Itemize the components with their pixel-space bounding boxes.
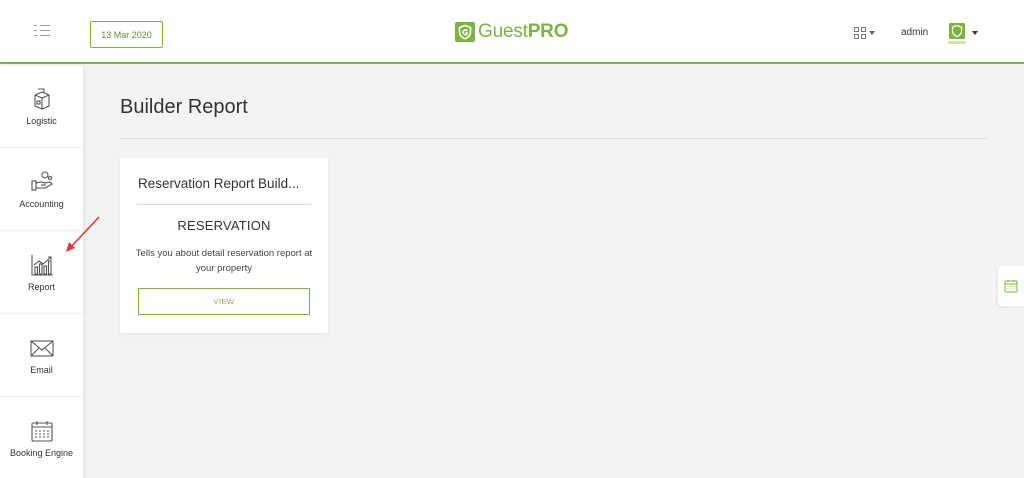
calendar-icon [1004,280,1018,293]
sidebar-item-label: Email [30,365,53,375]
page-title: Builder Report [120,96,248,118]
current-date[interactable]: 13 Mar 2020 [90,21,163,48]
sidebar-item-label: Logistic [26,116,57,126]
grid-icon [854,27,866,39]
avatar[interactable] [945,22,969,46]
top-header: 13 Mar 2020 GuestPRO admin [0,0,1024,64]
report-description: Tells you about detail reservation repor… [135,248,313,274]
envelope-icon [29,340,54,357]
sidebar-item-label: Booking Engine [9,448,74,458]
guestpro-logo: GuestPRO [455,20,568,44]
brand-name-light: Guest [478,21,528,42]
sidebar-item-email[interactable]: Email [0,315,83,397]
title-divider [120,138,987,139]
accounting-icon [30,171,53,191]
sidebar-item-label: Report [27,282,55,292]
sidebar-item-logistic[interactable]: Logistic [0,66,83,148]
sidebar: Logistic Accounting Report Email Booking… [0,66,83,478]
calendar-side-tab[interactable] [998,266,1024,306]
apps-menu-button[interactable] [854,27,875,39]
brand-name: GuestPRO [478,21,568,43]
report-card-title: Reservation Report Build... [138,176,300,191]
chevron-down-icon [869,31,875,35]
box-icon [33,88,50,110]
sidebar-item-booking-engine[interactable]: Booking Engine [0,398,83,478]
sidebar-item-report[interactable]: Report [0,232,83,314]
sidebar-item-accounting[interactable]: Accounting [0,149,83,231]
chart-icon [30,255,53,276]
sidebar-item-label: Accounting [19,199,64,209]
guestpro-shield-icon [455,22,475,42]
report-category: RESERVATION [177,218,271,233]
menu-toggle-icon[interactable] [34,24,54,40]
user-menu-chevron-icon[interactable] [972,31,978,35]
username[interactable]: admin [901,27,928,38]
view-button[interactable]: VIEW [138,288,310,315]
brand-name-bold: PRO [527,21,569,42]
report-card: Reservation Report Build... RESERVATION … [120,158,328,333]
card-divider [138,204,310,205]
calendar-icon [30,421,53,442]
